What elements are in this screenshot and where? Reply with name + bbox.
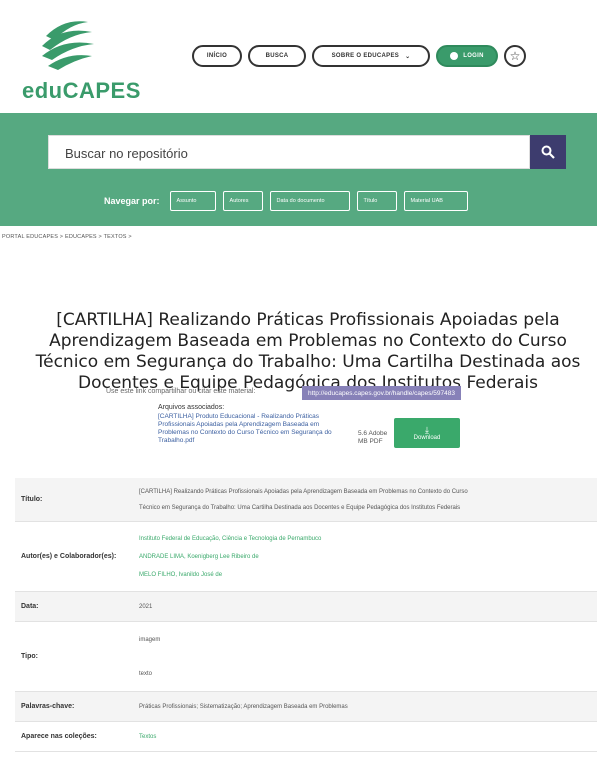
- download-label: Download: [413, 434, 441, 441]
- browse-titulo-button[interactable]: Título: [356, 191, 397, 211]
- meta-label-palavras: Palavras-chave:: [21, 703, 75, 710]
- search-icon: [541, 145, 555, 159]
- brand-name: eduCAPES: [22, 78, 141, 103]
- table-row: Data: 2021: [15, 592, 597, 622]
- associated-files: Arquivos associados: [CARTILHA] Produto …: [158, 404, 460, 448]
- files-heading: Arquivos associados:: [158, 404, 225, 411]
- titulo-line: Técnico em Segurança do Trabalho: Uma Ca…: [139, 504, 461, 511]
- nav-inicio-button[interactable]: INÍCIO: [192, 45, 242, 67]
- table-row: Aparece nas coleções: Textos: [15, 722, 597, 752]
- meta-label-tipo: Tipo:: [21, 653, 38, 660]
- meta-value-palavras: Práticas Profissionais; Sistematização; …: [135, 692, 597, 721]
- logo-swirl-icon: [42, 21, 94, 70]
- breadcrumb[interactable]: PORTAL EDUCAPES > EDUCAPES > TEXTOS >: [2, 234, 132, 240]
- search-band: Navegar por: Assunto Autores Data do doc…: [0, 113, 597, 226]
- table-row: Palavras-chave: Práticas Profissionais; …: [15, 692, 597, 722]
- star-icon[interactable]: ☆: [504, 45, 526, 67]
- search-input[interactable]: [49, 136, 531, 170]
- meta-label-colecoes: Aparece nas coleções:: [21, 733, 97, 740]
- meta-value-autor: Instituto Federal de Educação, Ciência e…: [135, 522, 597, 591]
- palavras-value: Práticas Profissionais; Sistematização; …: [139, 703, 348, 710]
- meta-value-data: 2021: [135, 592, 597, 621]
- login-label: LOGIN: [463, 53, 484, 59]
- metadata-table: Título: [CARTILHA] Realizando Práticas P…: [15, 478, 597, 752]
- search-box: [48, 135, 531, 170]
- citation-label: Use este link compartilhar ou citar este…: [106, 388, 256, 395]
- file-link[interactable]: [CARTILHA] Produto Educacional - Realiza…: [158, 413, 348, 445]
- search-button[interactable]: [530, 135, 566, 169]
- table-row: Título: [CARTILHA] Realizando Práticas P…: [15, 478, 597, 522]
- browse-data-button[interactable]: Data do documento: [269, 191, 350, 211]
- autor-link[interactable]: Instituto Federal de Educação, Ciência e…: [139, 535, 597, 543]
- titulo-line: [CARTILHA] Realizando Práticas Profissio…: [139, 488, 468, 495]
- file-size: 5.6 Adobe MB PDF: [358, 430, 388, 445]
- autor-link[interactable]: MELO FILHO, Ivanildo José de: [139, 571, 597, 579]
- nav-busca-button[interactable]: BUSCA: [248, 45, 306, 67]
- browse-label: Navegar por:: [104, 196, 160, 206]
- nav-sobre-label: SOBRE O EDUCAPES: [331, 53, 400, 59]
- browse-autores-button[interactable]: Autores: [222, 191, 263, 211]
- meta-label-autor: Autor(es) e Colaborador(es):: [21, 553, 117, 560]
- colecao-link[interactable]: Textos: [139, 733, 597, 741]
- browse-assunto-button[interactable]: Assunto: [169, 191, 216, 211]
- citation-url-link[interactable]: http://educapes.capes.gov.br/handle/cape…: [302, 386, 461, 400]
- educapes-logo[interactable]: eduCAPES: [22, 14, 140, 104]
- nav-sobre-button[interactable]: SOBRE O EDUCAPES ⌄: [312, 45, 430, 67]
- page-title: [CARTILHA] Realizando Práticas Profissio…: [35, 310, 581, 393]
- tipo-value: imagem: [139, 636, 161, 643]
- download-icon: ⤓: [425, 424, 429, 435]
- download-button[interactable]: ⤓ Download: [394, 418, 460, 448]
- meta-value-colecoes: Textos: [135, 722, 597, 751]
- meta-label-data: Data:: [21, 603, 39, 610]
- chevron-down-icon: ⌄: [405, 53, 411, 60]
- autor-link[interactable]: ANDRADE LIMA, Koenigberg Lee Ribeiro de: [139, 553, 597, 561]
- tipo-value: texto: [139, 670, 153, 677]
- site-header: eduCAPES INÍCIO BUSCA SOBRE O EDUCAPES ⌄…: [0, 0, 597, 112]
- browse-material-uab-button[interactable]: Material UAB: [403, 191, 468, 211]
- main-nav: INÍCIO BUSCA SOBRE O EDUCAPES ⌄ LOGIN ☆: [192, 45, 526, 67]
- table-row: Autor(es) e Colaborador(es): Instituto F…: [15, 522, 597, 592]
- meta-value-tipo: imagem texto: [135, 622, 597, 691]
- data-value: 2021: [139, 603, 153, 610]
- meta-label-titulo: Título:: [21, 496, 43, 503]
- table-row: Tipo: imagem texto: [15, 622, 597, 692]
- user-icon: [450, 52, 459, 60]
- meta-value-titulo: [CARTILHA] Realizando Práticas Profissio…: [135, 478, 597, 521]
- login-button[interactable]: LOGIN: [436, 45, 498, 67]
- browse-bar: Navegar por: Assunto Autores Data do doc…: [104, 191, 475, 211]
